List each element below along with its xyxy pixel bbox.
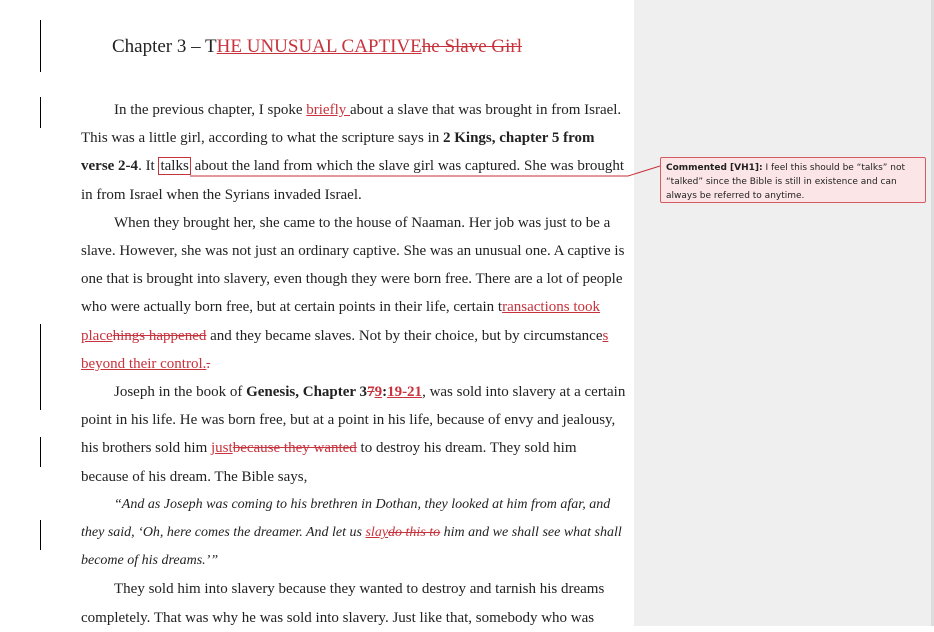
comment-author: Commented [VH1]:	[666, 163, 763, 173]
change-bar	[40, 437, 41, 467]
paragraph: When they brought her, she came to the h…	[81, 209, 626, 378]
deleted-text: he Slave Girl	[421, 36, 523, 57]
text-run: and they became slaves. Not by their cho…	[206, 327, 603, 344]
markup-pane	[634, 0, 934, 626]
deleted-text: 7	[367, 384, 375, 401]
text-run: . It	[138, 158, 159, 175]
document-body[interactable]: In the previous chapter, I spoke briefly…	[81, 96, 626, 632]
inserted-text: slay	[365, 525, 389, 541]
inserted-text: 9	[374, 384, 383, 401]
deleted-text: because they wanted	[232, 440, 357, 457]
change-bar	[40, 97, 41, 128]
comment-balloon[interactable]: Commented [VH1]: I feel this should be “…	[660, 157, 926, 203]
text-run: In the previous chapter, I spoke	[114, 102, 307, 118]
scripture-reference: Genesis, Chapter 3	[246, 384, 368, 401]
scripture-quote: “And as Joseph was coming to his brethre…	[81, 491, 626, 576]
title-text: Chapter 3 – T	[111, 36, 217, 57]
change-bar	[40, 520, 41, 550]
inserted-text: just	[211, 440, 233, 457]
inserted-text: briefly	[306, 102, 350, 118]
change-bar	[40, 324, 41, 410]
text-run: Joseph in the book of	[114, 384, 247, 401]
deleted-text: hings happened	[112, 327, 207, 344]
deleted-text: .	[206, 355, 211, 372]
deleted-text: do this to	[388, 525, 441, 541]
paragraph: They sold him into slavery because they …	[81, 575, 626, 631]
text-run: They sold him into slavery because they …	[81, 581, 605, 626]
chapter-title[interactable]: Chapter 3 – THE UNUSUAL CAPTIVEhe Slave …	[0, 36, 634, 58]
paragraph: Joseph in the book of Genesis, Chapter 3…	[81, 378, 626, 491]
inserted-text: HE UNUSUAL CAPTIVE	[216, 36, 422, 57]
comment-anchor[interactable]: talks	[158, 157, 191, 176]
paragraph: In the previous chapter, I spoke briefly…	[81, 96, 626, 209]
inserted-text: 19-21	[387, 384, 423, 401]
